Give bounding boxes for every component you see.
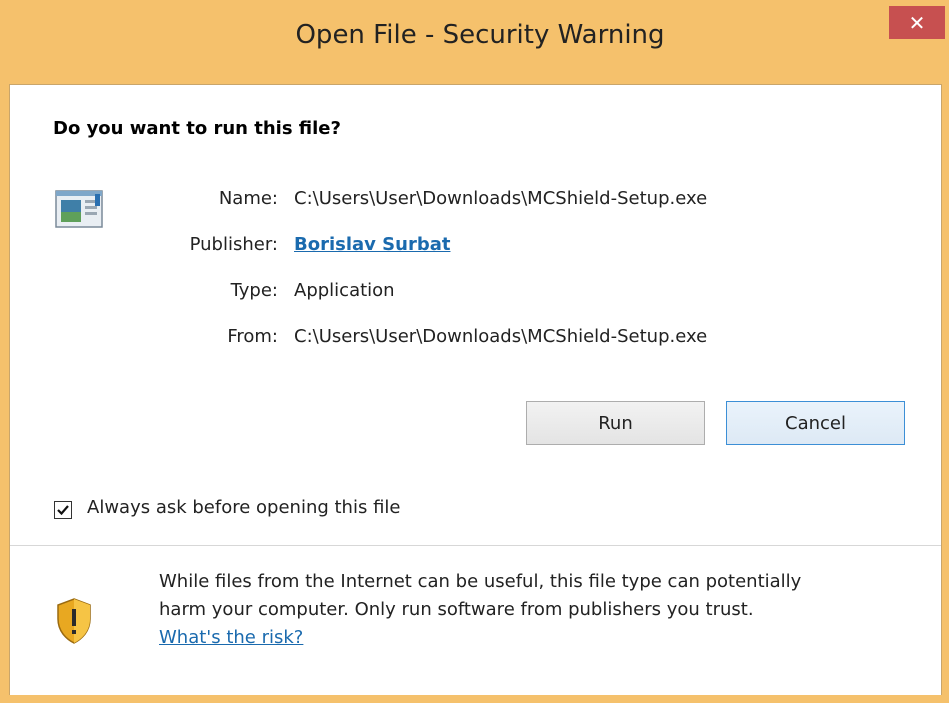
window-title: Open File - Security Warning: [295, 20, 665, 50]
warning-text-line2: harm your computer. Only run software fr…: [159, 599, 754, 620]
dialog-question: Do you want to run this file?: [53, 118, 341, 139]
shield-warning-icon: [57, 598, 91, 644]
warning-text-line1: While files from the Internet can be use…: [159, 571, 802, 592]
type-value: Application: [294, 280, 395, 301]
always-ask-checkbox[interactable]: [54, 501, 72, 519]
security-warning-window: Open File - Security Warning ✕ Do you wa…: [0, 0, 949, 703]
name-label: Name:: [218, 188, 278, 209]
dialog-content: Do you want to run this file? Name: C:\U…: [9, 84, 942, 695]
publisher-value[interactable]: Borislav Surbat: [294, 234, 450, 255]
title-bar[interactable]: Open File - Security Warning ✕: [0, 0, 949, 84]
close-button[interactable]: ✕: [889, 6, 945, 39]
publisher-link[interactable]: Borislav Surbat: [294, 234, 450, 255]
name-value: C:\Users\User\Downloads\MCShield-Setup.e…: [294, 188, 708, 209]
from-label: From:: [227, 326, 278, 347]
type-label: Type:: [230, 280, 278, 301]
from-value: C:\Users\User\Downloads\MCShield-Setup.e…: [294, 326, 708, 347]
warning-section: While files from the Internet can be use…: [10, 545, 941, 695]
warning-text: While files from the Internet can be use…: [159, 568, 929, 652]
run-button[interactable]: Run: [526, 401, 705, 445]
close-icon: ✕: [908, 10, 926, 35]
cancel-button[interactable]: Cancel: [726, 401, 905, 445]
always-ask-label[interactable]: Always ask before opening this file: [87, 497, 400, 518]
checkmark-icon: [57, 505, 69, 516]
whats-the-risk-link[interactable]: What's the risk?: [159, 627, 303, 648]
publisher-label: Publisher:: [189, 234, 278, 255]
